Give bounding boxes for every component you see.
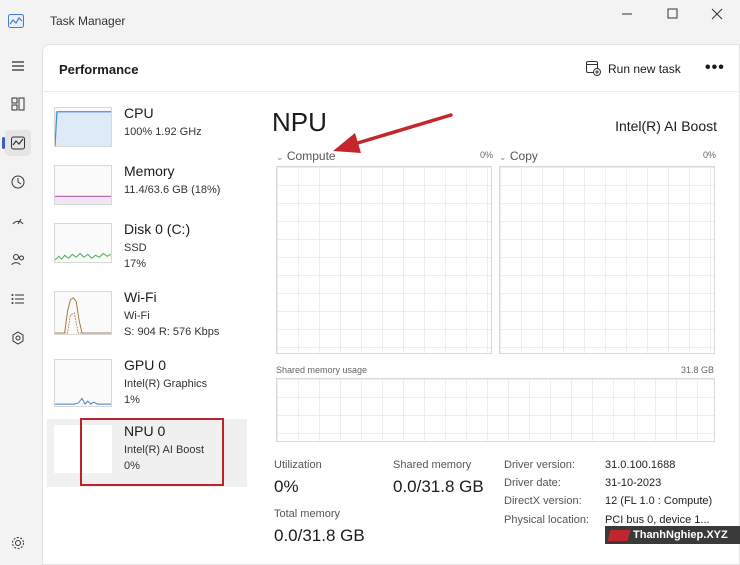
- card-name: Wi-Fi: [124, 289, 157, 305]
- header-divider: [43, 91, 739, 92]
- chevron-down-icon: ⌄: [499, 152, 507, 162]
- shared-memory-graph-max: 31.8 GB: [681, 365, 715, 375]
- card-detail: 1%: [124, 394, 140, 406]
- resource-card-gpu[interactable]: GPU 0 Intel(R) Graphics 1%: [47, 353, 247, 417]
- disk-mini-graph: [54, 223, 112, 263]
- gpu-mini-graph: [54, 359, 112, 407]
- card-detail: Intel(R) Graphics: [124, 378, 208, 390]
- shared-memory-graph-label: Shared memory usage: [276, 365, 368, 375]
- run-task-icon: [585, 60, 601, 79]
- total-memory-label: Total memory: [274, 508, 341, 520]
- annotation-arrow: [333, 113, 453, 153]
- users-icon[interactable]: [5, 247, 31, 273]
- directx-version-label: DirectX version:: [504, 495, 582, 507]
- close-icon[interactable]: [707, 6, 727, 22]
- compute-graph-label[interactable]: ⌄ Compute: [276, 149, 336, 163]
- settings-icon[interactable]: [5, 530, 31, 556]
- resource-card-wifi[interactable]: Wi-Fi Wi-Fi S: 904 R: 576 Kbps: [47, 285, 247, 349]
- watermark-text: ThanhNghiep.XYZ: [633, 529, 728, 541]
- card-name: GPU 0: [124, 357, 167, 373]
- more-options-button[interactable]: •••: [705, 59, 727, 79]
- memory-mini-graph: [54, 165, 112, 205]
- driver-date-value: 31-10-2023: [605, 477, 662, 489]
- wifi-mini-graph: [54, 291, 112, 335]
- startup-icon[interactable]: [5, 208, 31, 234]
- watermark-logo-icon: [607, 529, 631, 541]
- resource-card-disk[interactable]: Disk 0 (C:) SSD 17%: [47, 217, 247, 281]
- device-title: NPU: [272, 107, 327, 137]
- card-name: Disk 0 (C:): [124, 221, 191, 237]
- directx-version-value: 12 (FL 1.0 : Compute): [605, 495, 713, 507]
- utilization-value: 0%: [274, 477, 299, 496]
- resource-card-memory[interactable]: Memory 11.4/63.6 GB (18%): [47, 159, 247, 223]
- driver-version-label: Driver version:: [504, 459, 575, 471]
- shared-memory-value: 0.0/31.8 GB: [393, 477, 484, 496]
- highlight-box: [80, 418, 224, 486]
- left-navigation: [0, 44, 38, 565]
- physical-location-label: Physical location:: [504, 514, 589, 526]
- main-panel: Performance Run new task ••• CPU 100% 1.…: [42, 44, 740, 565]
- window-title: Task Manager: [50, 14, 126, 28]
- card-detail: Wi-Fi: [124, 310, 150, 322]
- card-detail: SSD: [124, 242, 147, 254]
- shared-memory-graph: [276, 378, 715, 442]
- total-memory-value: 0.0/31.8 GB: [274, 526, 365, 545]
- watermark: ThanhNghiep.XYZ: [605, 526, 740, 544]
- card-detail: 11.4/63.6 GB (18%): [124, 184, 221, 196]
- copy-graph-pct: 0%: [703, 150, 717, 160]
- chevron-down-icon: ⌄: [276, 152, 284, 162]
- app-history-icon[interactable]: [5, 169, 31, 195]
- driver-version-value: 31.0.100.1688: [605, 459, 676, 471]
- run-new-task-label: Run new task: [608, 62, 681, 76]
- hamburger-icon[interactable]: [5, 53, 31, 79]
- card-detail: 17%: [124, 258, 147, 270]
- services-icon[interactable]: [5, 325, 31, 351]
- card-detail: 100% 1.92 GHz: [124, 126, 202, 138]
- processes-icon[interactable]: [5, 91, 31, 117]
- physical-location-value: PCI bus 0, device 1...: [605, 514, 710, 526]
- utilization-label: Utilization: [274, 459, 322, 471]
- cpu-mini-graph: [54, 107, 112, 147]
- title-bar: Task Manager: [0, 0, 740, 44]
- task-manager-app-icon: [8, 14, 24, 28]
- card-name: Memory: [124, 163, 175, 179]
- performance-icon[interactable]: [2, 130, 31, 156]
- copy-graph-label[interactable]: ⌄ Copy: [499, 149, 538, 163]
- run-new-task-button[interactable]: Run new task: [585, 59, 681, 79]
- resource-card-cpu[interactable]: CPU 100% 1.92 GHz: [47, 101, 247, 165]
- card-detail: S: 904 R: 576 Kbps: [124, 326, 220, 338]
- minimize-icon[interactable]: [617, 6, 637, 22]
- card-name: CPU: [124, 105, 154, 121]
- copy-graph: [499, 166, 715, 354]
- compute-graph: [276, 166, 492, 354]
- details-icon[interactable]: [5, 286, 31, 312]
- device-model: Intel(R) AI Boost: [615, 118, 717, 134]
- page-title: Performance: [59, 62, 139, 77]
- driver-date-label: Driver date:: [504, 477, 561, 489]
- maximize-icon[interactable]: [662, 6, 682, 22]
- shared-memory-label: Shared memory: [393, 459, 472, 471]
- compute-graph-pct: 0%: [480, 150, 494, 160]
